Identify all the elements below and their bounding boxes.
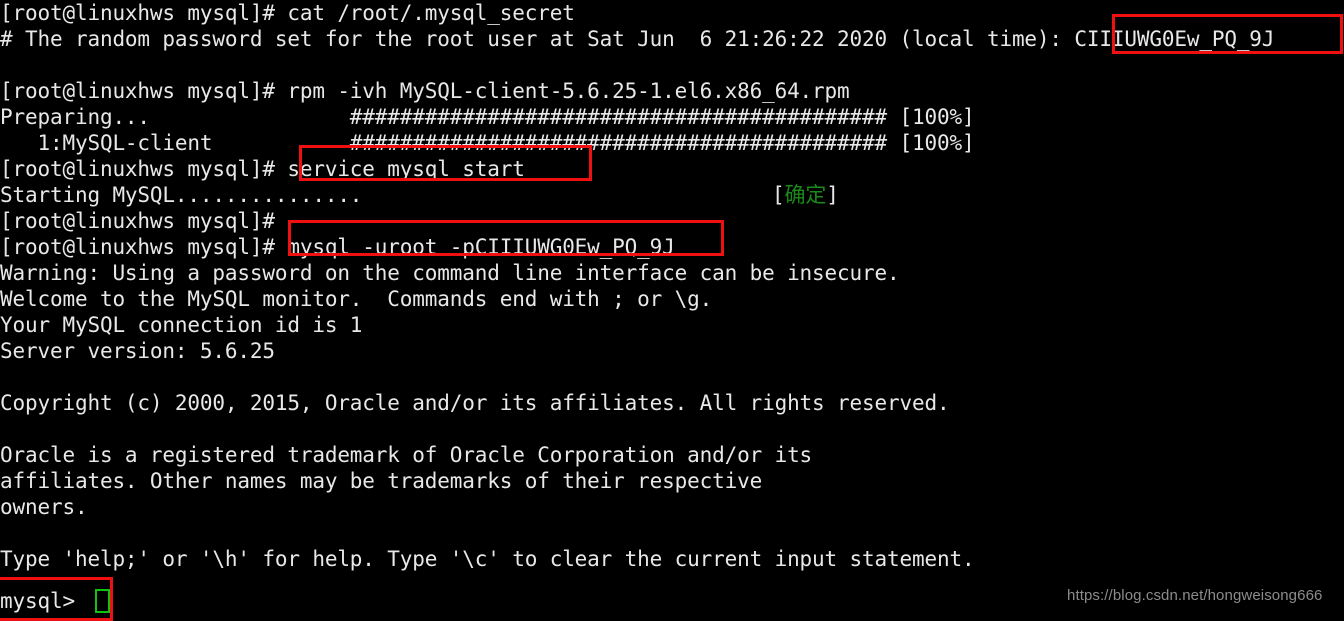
terminal-line: [root@linuxhws mysql]# cat /root/.mysql_…: [0, 1, 575, 25]
status-ok-label: 确定: [784, 183, 827, 207]
terminal-line: Welcome to the MySQL monitor. Commands e…: [0, 287, 713, 311]
terminal-line: # The random password set for the root u…: [0, 27, 1275, 51]
terminal-line: Copyright (c) 2000, 2015, Oracle and/or …: [0, 391, 950, 415]
terminal-window[interactable]: [root@linuxhws mysql]# cat /root/.mysql_…: [0, 0, 1344, 621]
terminal-line: Warning: Using a password on the command…: [0, 261, 900, 285]
terminal-line: Your MySQL connection id is 1: [0, 313, 363, 337]
terminal-line: Starting MySQL...............: [0, 183, 363, 207]
text-cursor: [95, 589, 110, 613]
status-bracket-close: ]: [826, 183, 839, 207]
terminal-line: [root@linuxhws mysql]# mysql -uroot -pCI…: [0, 235, 675, 259]
terminal-line: owners.: [0, 495, 88, 519]
terminal-line: Oracle is a registered trademark of Orac…: [0, 443, 813, 467]
terminal-line: Server version: 5.6.25: [0, 339, 275, 363]
watermark-url: https://blog.csdn.net/hongweisong666: [1067, 587, 1323, 604]
terminal-line: [root@linuxhws mysql]#: [0, 209, 288, 233]
service-start-status: [确定]: [772, 182, 839, 208]
mysql-prompt: mysql>: [0, 589, 88, 613]
terminal-line: Type 'help;' or '\h' for help. Type '\c'…: [0, 547, 975, 571]
status-bracket-open: [: [772, 183, 785, 207]
terminal-line: 1:MySQL-client #########################…: [0, 131, 975, 155]
terminal-line: Preparing... ###########################…: [0, 105, 975, 129]
terminal-line: affiliates. Other names may be trademark…: [0, 469, 763, 493]
terminal-line: [root@linuxhws mysql]# service mysql sta…: [0, 157, 525, 181]
terminal-line: [root@linuxhws mysql]# rpm -ivh MySQL-cl…: [0, 79, 850, 103]
